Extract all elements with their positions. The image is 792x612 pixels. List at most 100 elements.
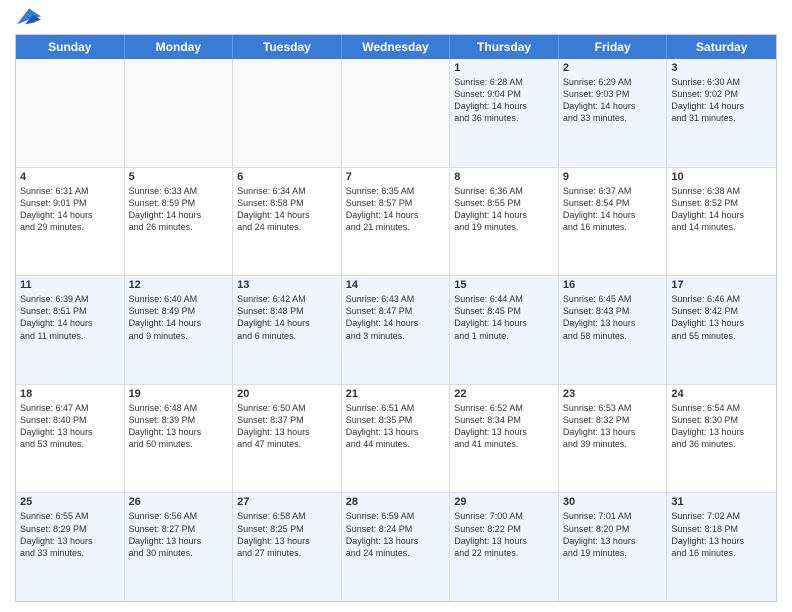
calendar: SundayMondayTuesdayWednesdayThursdayFrid… [15,34,777,602]
day-number: 2 [563,62,663,74]
day-info: Sunrise: 6:28 AM Sunset: 9:04 PM Dayligh… [454,76,554,125]
day-info: Sunrise: 6:30 AM Sunset: 9:02 PM Dayligh… [671,76,772,125]
day-info: Sunrise: 6:50 AM Sunset: 8:37 PM Dayligh… [237,402,337,451]
header-tuesday: Tuesday [233,35,342,59]
day-info: Sunrise: 6:45 AM Sunset: 8:43 PM Dayligh… [563,293,663,342]
day-number: 27 [237,496,337,508]
day-info: Sunrise: 6:55 AM Sunset: 8:29 PM Dayligh… [20,510,120,559]
day-25: 25 Sunrise: 6:55 AM Sunset: 8:29 PM Dayli… [16,493,125,601]
day-info: Sunrise: 6:35 AM Sunset: 8:57 PM Dayligh… [346,185,446,234]
day-info: Sunrise: 7:01 AM Sunset: 8:20 PM Dayligh… [563,510,663,559]
calendar-body: 1 Sunrise: 6:28 AM Sunset: 9:04 PM Daylig… [16,59,776,601]
calendar-row-1: 1 Sunrise: 6:28 AM Sunset: 9:04 PM Daylig… [16,59,776,168]
day-21: 21 Sunrise: 6:51 AM Sunset: 8:35 PM Dayli… [342,385,451,493]
day-number: 17 [671,279,772,291]
day-number: 29 [454,496,554,508]
day-31: 31 Sunrise: 7:02 AM Sunset: 8:18 PM Dayli… [667,493,776,601]
calendar-row-2: 4 Sunrise: 6:31 AM Sunset: 9:01 PM Daylig… [16,168,776,277]
day-number: 23 [563,388,663,400]
day-number: 18 [20,388,120,400]
day-1: 1 Sunrise: 6:28 AM Sunset: 9:04 PM Daylig… [450,59,559,167]
day-info: Sunrise: 6:37 AM Sunset: 8:54 PM Dayligh… [563,185,663,234]
empty-cell [233,59,342,167]
day-info: Sunrise: 6:33 AM Sunset: 8:59 PM Dayligh… [129,185,229,234]
day-number: 8 [454,171,554,183]
day-number: 13 [237,279,337,291]
day-12: 12 Sunrise: 6:40 AM Sunset: 8:49 PM Dayli… [125,276,234,384]
day-info: Sunrise: 6:38 AM Sunset: 8:52 PM Dayligh… [671,185,772,234]
day-number: 24 [671,388,772,400]
day-info: Sunrise: 7:00 AM Sunset: 8:22 PM Dayligh… [454,510,554,559]
day-info: Sunrise: 6:46 AM Sunset: 8:42 PM Dayligh… [671,293,772,342]
day-number: 20 [237,388,337,400]
day-info: Sunrise: 6:48 AM Sunset: 8:39 PM Dayligh… [129,402,229,451]
day-number: 3 [671,62,772,74]
day-19: 19Sunrise: 6:48 AM Sunset: 8:39 PM Dayli… [125,385,234,493]
day-26: 26 Sunrise: 6:56 AM Sunset: 8:27 PM Dayli… [125,493,234,601]
day-info: Sunrise: 6:51 AM Sunset: 8:35 PM Dayligh… [346,402,446,451]
day-info: Sunrise: 6:59 AM Sunset: 8:24 PM Dayligh… [346,510,446,559]
day-9: 9 Sunrise: 6:37 AM Sunset: 8:54 PM Daylig… [559,168,668,276]
day-info: Sunrise: 6:44 AM Sunset: 8:45 PM Dayligh… [454,293,554,342]
day-7: 7Sunrise: 6:35 AM Sunset: 8:57 PM Daylig… [342,168,451,276]
calendar-row-3: 11Sunrise: 6:39 AM Sunset: 8:51 PM Dayli… [16,276,776,385]
day-28: 28 Sunrise: 6:59 AM Sunset: 8:24 PM Dayli… [342,493,451,601]
day-number: 11 [20,279,120,291]
day-info: Sunrise: 6:58 AM Sunset: 8:25 PM Dayligh… [237,510,337,559]
day-8: 8 Sunrise: 6:36 AM Sunset: 8:55 PM Daylig… [450,168,559,276]
logo [15,10,41,26]
day-info: Sunrise: 6:36 AM Sunset: 8:55 PM Dayligh… [454,185,554,234]
day-info: Sunrise: 6:29 AM Sunset: 9:03 PM Dayligh… [563,76,663,125]
header-sunday: Sunday [16,35,125,59]
day-23: 23 Sunrise: 6:53 AM Sunset: 8:32 PM Dayli… [559,385,668,493]
day-6: 6Sunrise: 6:34 AM Sunset: 8:58 PM Daylig… [233,168,342,276]
day-15: 15 Sunrise: 6:44 AM Sunset: 8:45 PM Dayli… [450,276,559,384]
day-number: 5 [129,171,229,183]
day-number: 22 [454,388,554,400]
day-number: 14 [346,279,446,291]
day-info: Sunrise: 7:02 AM Sunset: 8:18 PM Dayligh… [671,510,772,559]
day-number: 1 [454,62,554,74]
day-info: Sunrise: 6:56 AM Sunset: 8:27 PM Dayligh… [129,510,229,559]
day-13: 13 Sunrise: 6:42 AM Sunset: 8:48 PM Dayli… [233,276,342,384]
logo-text [15,10,41,30]
day-number: 6 [237,171,337,183]
day-number: 21 [346,388,446,400]
day-number: 28 [346,496,446,508]
day-11: 11Sunrise: 6:39 AM Sunset: 8:51 PM Dayli… [16,276,125,384]
day-info: Sunrise: 6:40 AM Sunset: 8:49 PM Dayligh… [129,293,229,342]
day-22: 22Sunrise: 6:52 AM Sunset: 8:34 PM Dayli… [450,385,559,493]
header [15,10,777,26]
day-number: 30 [563,496,663,508]
empty-cell [16,59,125,167]
day-number: 15 [454,279,554,291]
day-number: 9 [563,171,663,183]
day-number: 4 [20,171,120,183]
calendar-row-5: 25 Sunrise: 6:55 AM Sunset: 8:29 PM Dayli… [16,493,776,601]
calendar-row-4: 18 Sunrise: 6:47 AM Sunset: 8:40 PM Dayli… [16,385,776,494]
logo-bird-icon [17,8,41,28]
empty-cell [342,59,451,167]
day-info: Sunrise: 6:54 AM Sunset: 8:30 PM Dayligh… [671,402,772,451]
day-27: 27 Sunrise: 6:58 AM Sunset: 8:25 PM Dayli… [233,493,342,601]
day-number: 25 [20,496,120,508]
header-wednesday: Wednesday [342,35,451,59]
calendar-header: SundayMondayTuesdayWednesdayThursdayFrid… [16,35,776,59]
day-3: 3 Sunrise: 6:30 AM Sunset: 9:02 PM Daylig… [667,59,776,167]
day-info: Sunrise: 6:47 AM Sunset: 8:40 PM Dayligh… [20,402,120,451]
day-number: 31 [671,496,772,508]
day-20: 20 Sunrise: 6:50 AM Sunset: 8:37 PM Dayli… [233,385,342,493]
day-5: 5 Sunrise: 6:33 AM Sunset: 8:59 PM Daylig… [125,168,234,276]
day-info: Sunrise: 6:42 AM Sunset: 8:48 PM Dayligh… [237,293,337,342]
day-29: 29 Sunrise: 7:00 AM Sunset: 8:22 PM Dayli… [450,493,559,601]
day-number: 12 [129,279,229,291]
empty-cell [125,59,234,167]
day-number: 16 [563,279,663,291]
day-info: Sunrise: 6:53 AM Sunset: 8:32 PM Dayligh… [563,402,663,451]
day-17: 17 Sunrise: 6:46 AM Sunset: 8:42 PM Dayli… [667,276,776,384]
day-number: 26 [129,496,229,508]
day-info: Sunrise: 6:43 AM Sunset: 8:47 PM Dayligh… [346,293,446,342]
day-14: 14 Sunrise: 6:43 AM Sunset: 8:47 PM Dayli… [342,276,451,384]
day-info: Sunrise: 6:31 AM Sunset: 9:01 PM Dayligh… [20,185,120,234]
day-10: 10Sunrise: 6:38 AM Sunset: 8:52 PM Dayli… [667,168,776,276]
